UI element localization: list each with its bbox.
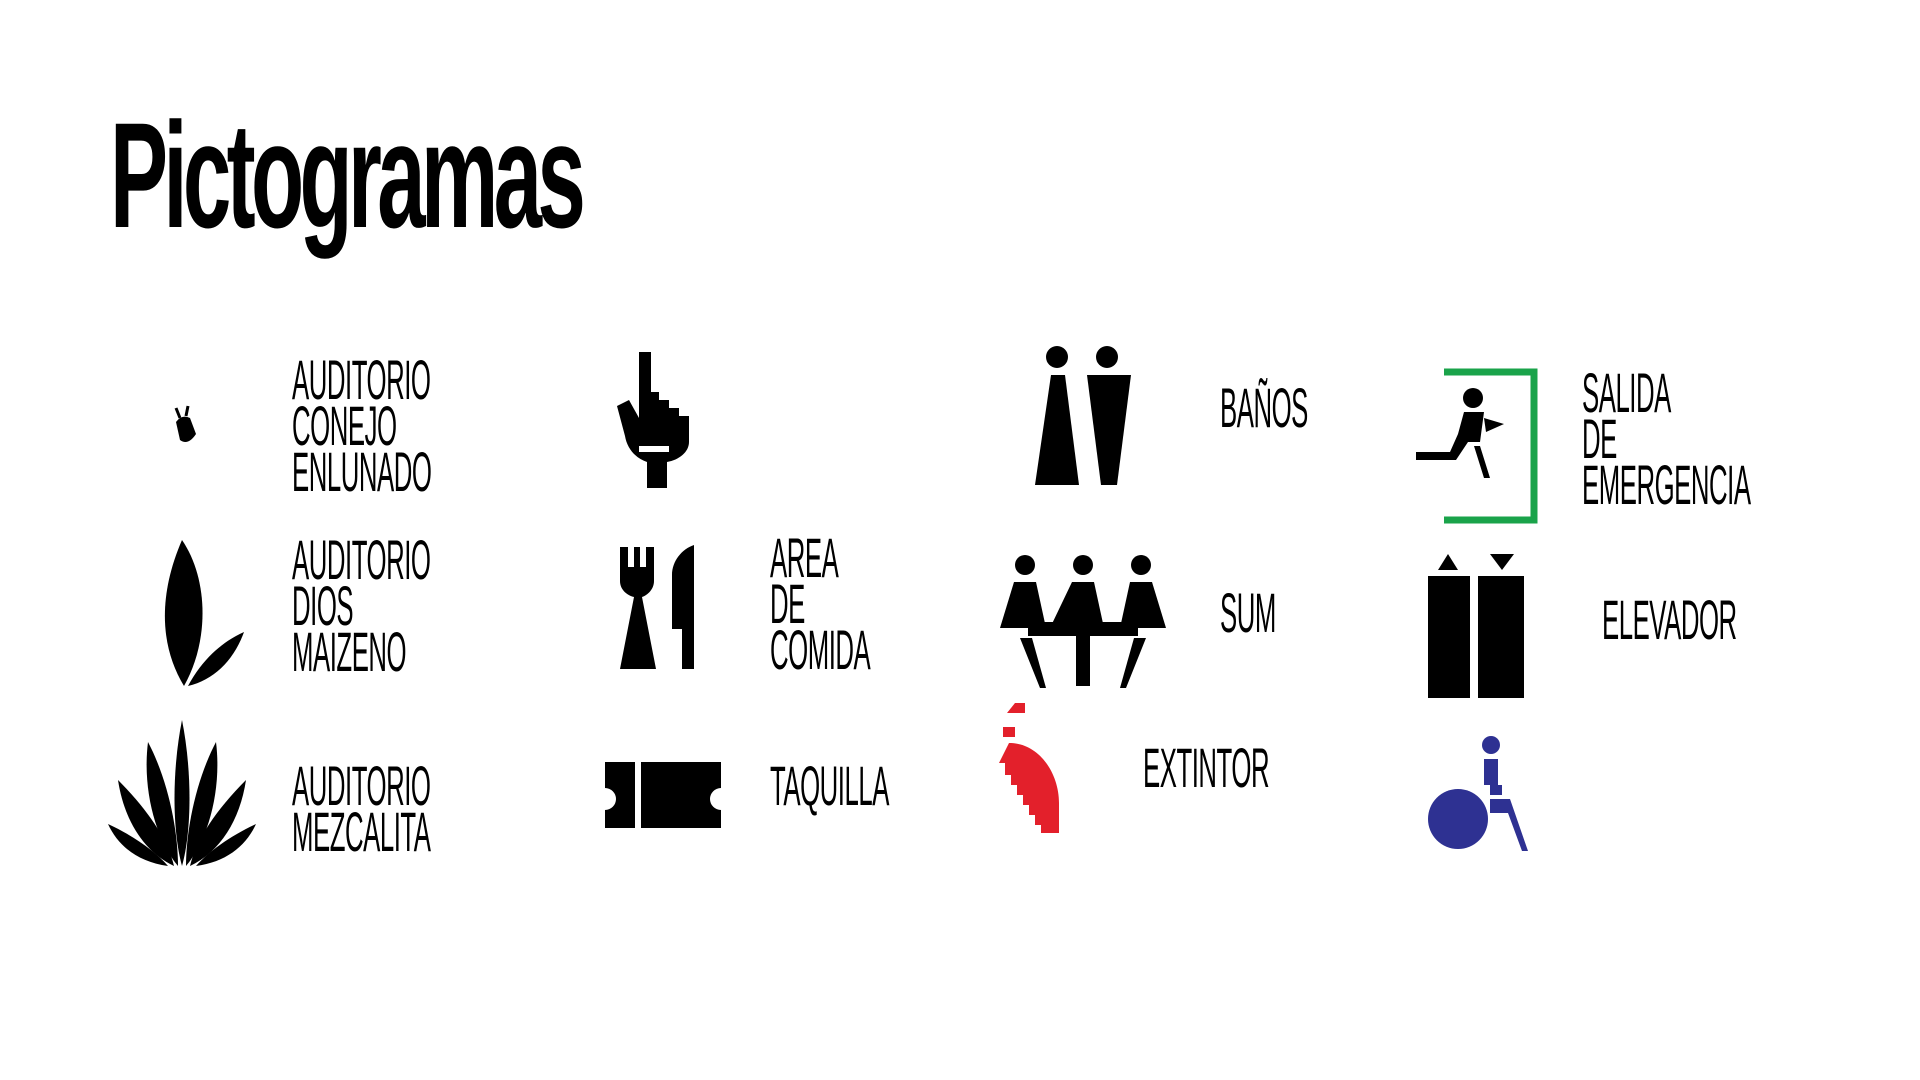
fork-knife-icon (620, 545, 700, 669)
item-label: SALIDA DE EMERGENCIA (1582, 361, 1751, 516)
elevator-icon (1428, 550, 1524, 698)
item-label: AUDITORIO MEZCALITA (292, 754, 431, 863)
item-label: AUDITORIO CONEJO ENLUNADO (292, 348, 432, 503)
item-label: AREA DE COMIDA (770, 526, 871, 681)
corn-leaf-icon (160, 540, 250, 688)
fire-extinguisher-icon (999, 703, 1063, 833)
item-label: EXTINTOR (1143, 736, 1270, 799)
restroom-icon (1035, 345, 1135, 485)
item-label: ELEVADOR (1602, 588, 1737, 651)
item-label: AUDITORIO DIOS MAIZENO (292, 528, 431, 683)
item-label: TAQUILLA (770, 754, 889, 817)
agave-icon (108, 720, 256, 866)
item-label: BAÑOS (1220, 376, 1308, 439)
meeting-table-icon (1000, 550, 1166, 690)
wheelchair-icon (1428, 735, 1528, 853)
moon-rabbit-icon (108, 360, 218, 510)
ticket-icon (605, 762, 721, 828)
page-title: Pictogramas (110, 91, 586, 259)
emergency-exit-icon (1410, 368, 1540, 524)
pointing-hand-icon (617, 352, 697, 488)
item-label: SUM (1220, 581, 1276, 644)
